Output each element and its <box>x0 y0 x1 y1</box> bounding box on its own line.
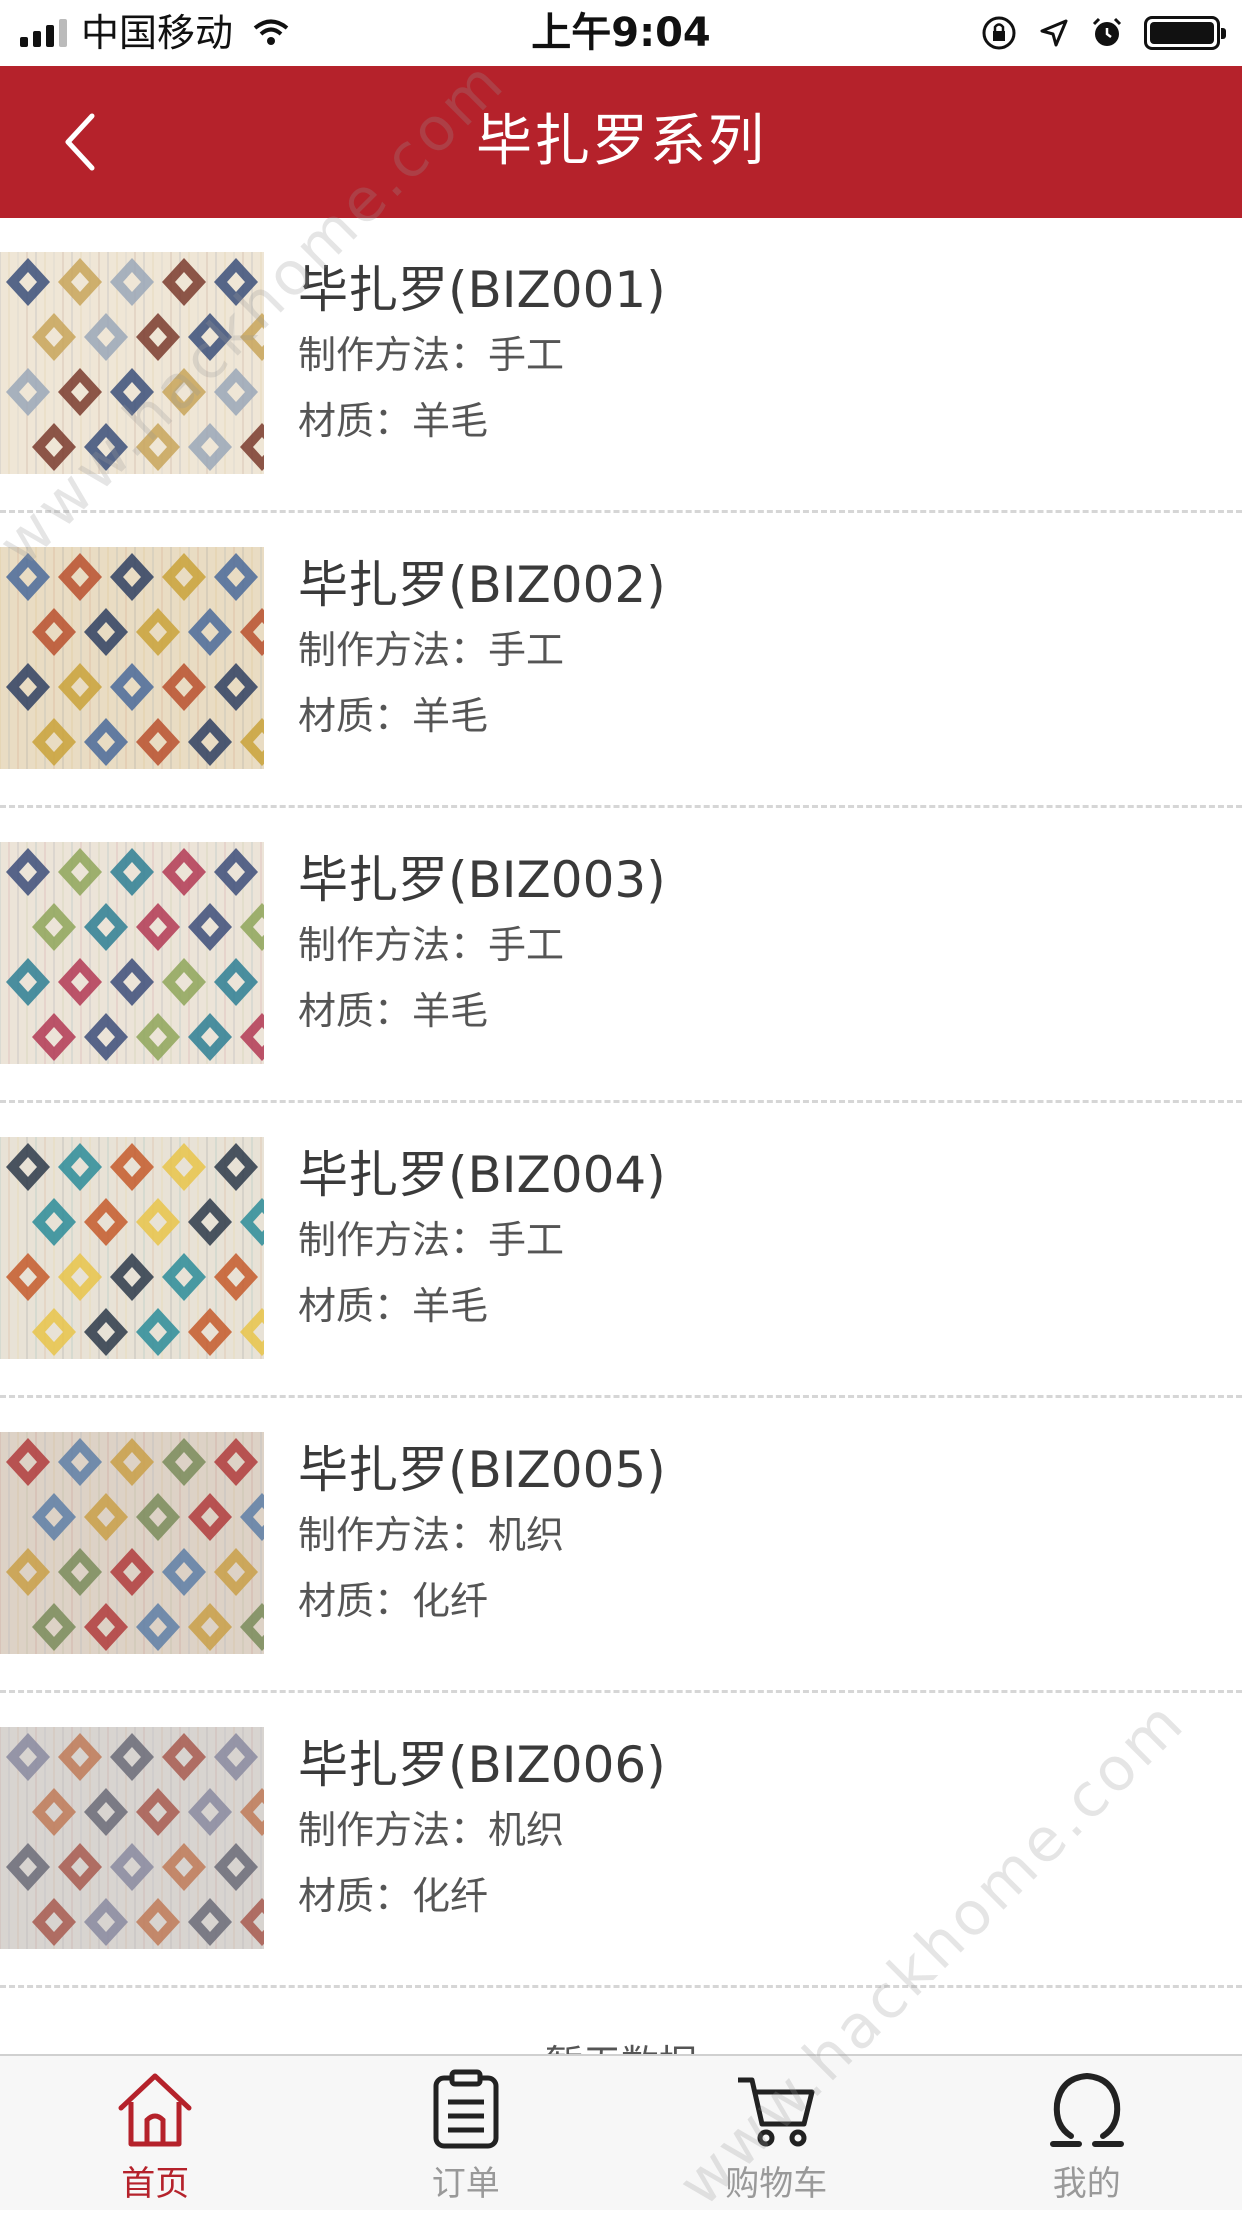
rug-image <box>0 1432 264 1654</box>
rug-image <box>0 252 264 474</box>
rug-image <box>0 1727 264 1949</box>
tab-orders[interactable]: 订单 <box>311 2056 622 2210</box>
product-item[interactable]: 毕扎罗(BIZ004) 制作方法：手工 材质：羊毛 <box>0 1103 1242 1398</box>
clipboard-icon <box>424 2068 508 2152</box>
product-material: 材质：羊毛 <box>298 683 666 749</box>
rug-thumbnail[interactable] <box>0 1727 264 1949</box>
product-item[interactable]: 毕扎罗(BIZ001) 制作方法：手工 材质：羊毛 <box>0 218 1242 513</box>
product-list[interactable]: 暂无数据 毕扎罗(BIZ001) 制作方法：手工 材质：羊毛 <box>0 218 1242 2054</box>
tab-cart[interactable]: 购物车 <box>621 2056 932 2210</box>
tab-profile[interactable]: 我的 <box>932 2056 1242 2210</box>
tab-home[interactable]: 首页 <box>0 2056 311 2210</box>
product-title: 毕扎罗(BIZ003) <box>298 848 666 912</box>
rug-image <box>0 547 264 769</box>
rug-thumbnail[interactable] <box>0 547 264 769</box>
battery-icon <box>1144 16 1220 50</box>
tab-label: 首页 <box>0 2156 311 2205</box>
page-title: 毕扎罗系列 <box>0 66 1242 218</box>
product-title: 毕扎罗(BIZ006) <box>298 1733 666 1797</box>
product-item[interactable]: 毕扎罗(BIZ006) 制作方法：机织 材质：化纤 <box>0 1693 1242 1988</box>
location-icon <box>1038 17 1070 49</box>
product-title: 毕扎罗(BIZ001) <box>298 258 666 322</box>
rug-thumbnail[interactable] <box>0 1432 264 1654</box>
alarm-icon <box>1090 16 1124 50</box>
tab-bar: 首页 订单 购物车 我的 <box>0 2054 1242 2210</box>
product-item[interactable]: 毕扎罗(BIZ005) 制作方法：机织 材质：化纤 <box>0 1398 1242 1693</box>
rotation-lock-icon <box>980 14 1018 52</box>
product-info: 毕扎罗(BIZ001) 制作方法：手工 材质：羊毛 <box>298 258 666 454</box>
product-material: 材质：羊毛 <box>298 978 666 1044</box>
cart-icon <box>734 2068 818 2152</box>
product-method: 制作方法：手工 <box>298 322 666 388</box>
rug-image <box>0 1137 264 1359</box>
status-bar: 中国移动 上午9:04 <box>0 0 1242 66</box>
product-method: 制作方法：手工 <box>298 1207 666 1273</box>
product-info: 毕扎罗(BIZ004) 制作方法：手工 材质：羊毛 <box>298 1143 666 1339</box>
product-material: 材质：化纤 <box>298 1863 666 1929</box>
product-method: 制作方法：机织 <box>298 1797 666 1863</box>
product-method: 制作方法：机织 <box>298 1502 666 1568</box>
product-title: 毕扎罗(BIZ005) <box>298 1438 666 1502</box>
product-material: 材质：羊毛 <box>298 388 666 454</box>
tab-label: 订单 <box>311 2156 622 2205</box>
product-method: 制作方法：手工 <box>298 912 666 978</box>
product-method: 制作方法：手工 <box>298 617 666 683</box>
rug-thumbnail[interactable] <box>0 252 264 474</box>
product-info: 毕扎罗(BIZ003) 制作方法：手工 材质：羊毛 <box>298 848 666 1044</box>
rug-image <box>0 842 264 1064</box>
product-material: 材质：羊毛 <box>298 1273 666 1339</box>
navbar: 毕扎罗系列 <box>0 66 1242 218</box>
tab-label: 我的 <box>932 2156 1242 2205</box>
product-info: 毕扎罗(BIZ006) 制作方法：机织 材质：化纤 <box>298 1733 666 1929</box>
rug-thumbnail[interactable] <box>0 842 264 1064</box>
product-item[interactable]: 毕扎罗(BIZ002) 制作方法：手工 材质：羊毛 <box>0 513 1242 808</box>
product-title: 毕扎罗(BIZ002) <box>298 553 666 617</box>
home-icon <box>113 2068 197 2152</box>
product-item[interactable]: 毕扎罗(BIZ003) 制作方法：手工 材质：羊毛 <box>0 808 1242 1103</box>
status-right <box>980 10 1220 56</box>
product-info: 毕扎罗(BIZ005) 制作方法：机织 材质：化纤 <box>298 1438 666 1634</box>
tab-label: 购物车 <box>621 2156 932 2205</box>
product-title: 毕扎罗(BIZ004) <box>298 1143 666 1207</box>
rug-thumbnail[interactable] <box>0 1137 264 1359</box>
product-info: 毕扎罗(BIZ002) 制作方法：手工 材质：羊毛 <box>298 553 666 749</box>
product-material: 材质：化纤 <box>298 1568 666 1634</box>
load-more-text: 暂无数据 <box>0 2034 1242 2054</box>
profile-icon <box>1045 2068 1129 2152</box>
